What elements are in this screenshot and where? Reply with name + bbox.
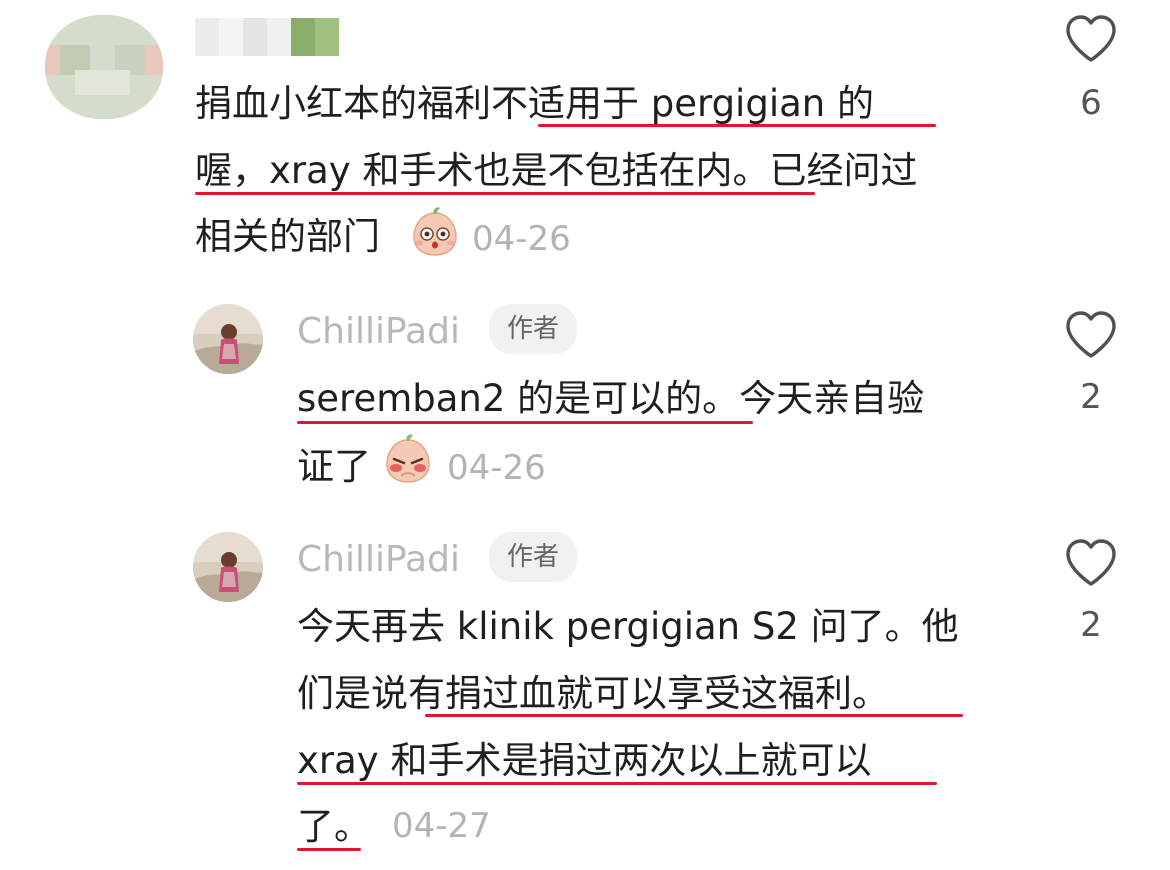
username[interactable]: ChilliPadi (297, 314, 460, 350)
comment-3: ChilliPadi 作者 今天再去 klinik pergigian S2 问… (0, 518, 1170, 868)
comment-text-line: 了。 (297, 805, 371, 848)
comment-text-line: 证了 (297, 445, 371, 488)
comment-text-line: 们是说有捐过血就可以享受这福利。 (297, 672, 889, 715)
comment-date: 04-26 (472, 219, 571, 259)
highlight-underline (425, 714, 963, 717)
avatar[interactable] (193, 532, 263, 602)
peach-emoji-pleading-icon (383, 432, 433, 484)
comment-text-line: 喔，xray 和手术也是不包括在内。已经问过 (195, 149, 918, 192)
username-blurred[interactable] (195, 18, 339, 56)
comment-date: 04-27 (392, 806, 491, 846)
peach-emoji-shocked-icon (410, 205, 460, 257)
highlight-underline (297, 848, 361, 851)
heart-icon[interactable] (1064, 310, 1118, 360)
like-count: 2 (1080, 377, 1102, 417)
comment-date: 04-26 (447, 448, 546, 488)
highlight-underline (297, 421, 753, 424)
author-badge: 作者 (489, 532, 578, 582)
avatar[interactable] (45, 15, 163, 119)
highlight-underline (297, 782, 937, 785)
like-count: 2 (1080, 605, 1102, 645)
highlight-underline (538, 124, 936, 127)
heart-icon[interactable] (1064, 14, 1118, 64)
comment-text-line: 今天再去 klinik pergigian S2 问了。他 (297, 605, 959, 648)
comment-text-line: seremban2 的是可以的。今天亲自验 (297, 377, 925, 420)
heart-icon[interactable] (1064, 538, 1118, 588)
avatar[interactable] (193, 304, 263, 374)
comment-text-line: xray 和手术是捐过两次以上就可以 (297, 739, 872, 782)
comment-text-line: 相关的部门 (195, 215, 380, 258)
comment-1: 捐血小红本的福利不适用于 pergigian 的 喔，xray 和手术也是不包括… (0, 0, 1170, 270)
username[interactable]: ChilliPadi (297, 542, 460, 578)
like-count: 6 (1080, 83, 1102, 123)
comment-2: ChilliPadi 作者 seremban2 的是可以的。今天亲自验 证了 0… (0, 290, 1170, 510)
comment-text-line: 捐血小红本的福利不适用于 pergigian 的 (195, 82, 874, 125)
author-badge: 作者 (489, 304, 578, 354)
highlight-underline (195, 192, 815, 195)
